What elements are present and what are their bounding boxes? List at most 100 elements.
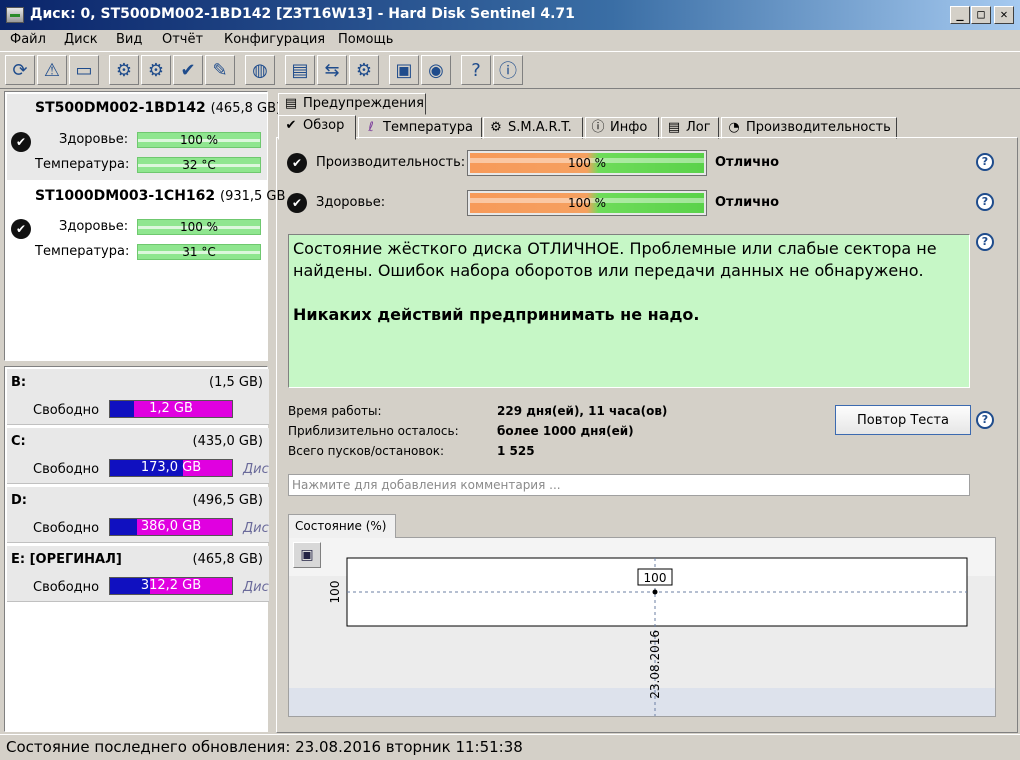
health-label: Здоровье:	[59, 219, 129, 234]
disk-name: ST500DM002-1BD142 (465,8 GB)	[35, 100, 282, 116]
copy-icon[interactable]: ⇆	[317, 55, 347, 85]
health-bar: 100 %	[137, 219, 261, 235]
menu-bar: Файл Диск Вид Отчёт Конфигурация Помощь	[0, 30, 1020, 50]
check-icon: ✔	[287, 153, 307, 173]
help-icon[interactable]: ?	[976, 153, 994, 171]
volume-list: B: (1,5 GB) Свободно 1,2 GB C: (435,0 GB…	[4, 366, 269, 732]
temperature-bar: 32 °C	[137, 157, 261, 173]
volume-free-label: Свободно	[33, 580, 100, 595]
volume-free-label: Свободно	[33, 521, 100, 536]
uptime-value: 229 дня(ей), 11 часа(ов)	[497, 404, 668, 418]
menu-view[interactable]: Вид	[116, 32, 142, 47]
refresh-icon[interactable]: ⟳	[5, 55, 35, 85]
chart-x-tick: 23.08.2016	[648, 630, 662, 699]
thermometer-icon: ℓ	[368, 120, 374, 135]
starts-value: 1 525	[497, 444, 535, 458]
info-icon[interactable]: ⓘ	[493, 55, 523, 85]
app-icon	[6, 7, 24, 23]
menu-file[interactable]: Файл	[10, 32, 46, 47]
chart-y-tick: 100	[328, 581, 342, 604]
tab-health-chart[interactable]: Состояние (%)	[288, 514, 396, 538]
chart-point	[652, 589, 658, 595]
volume-free-label: Свободно	[33, 462, 100, 477]
tab-performance[interactable]: ◔ Производительность	[721, 117, 897, 139]
monitor-icon[interactable]: ▣	[389, 55, 419, 85]
check-circle-icon: ✔	[285, 118, 297, 133]
retest-button[interactable]: Повтор Теста	[835, 405, 971, 435]
volume-letter: B:	[11, 375, 27, 390]
help-icon[interactable]: ?	[461, 55, 491, 85]
help-icon[interactable]: ?	[976, 233, 994, 251]
health-bar: 100 %	[467, 190, 707, 216]
maximize-button[interactable]: □	[971, 6, 991, 24]
volume-free-bar: 1,2 GB	[109, 400, 233, 418]
check-icon: ✔	[11, 132, 31, 152]
disk-tools-icon[interactable]: ✎	[205, 55, 235, 85]
performance-bar: 100 %	[467, 150, 707, 176]
disk-icon: ⚙	[490, 120, 502, 135]
status-bar: Состояние последнего обновления: 23.08.2…	[0, 734, 1020, 760]
volume-size: (1,5 GB)	[209, 375, 263, 390]
disk-entry-0[interactable]: ST500DM002-1BD142 (465,8 GB) ✔ Здоровье:…	[7, 94, 281, 180]
chart-point-label: 100	[644, 571, 667, 585]
volume-entry-c[interactable]: C: (435,0 GB) Свободно 173,0 GB Дис	[7, 428, 269, 484]
disk-ok-icon[interactable]: ✔	[173, 55, 203, 85]
disk-name: ST1000DM003-1CH162 (931,5 GB	[35, 188, 286, 204]
volume-letter: D:	[11, 493, 27, 508]
chart-band	[289, 688, 995, 716]
health-chart: 100 100 23.08.2016	[289, 557, 995, 716]
advice-text: Никаких действий предпринимать не надо.	[293, 305, 700, 324]
alert-icon[interactable]: ⚠	[37, 55, 67, 85]
disk-entry-1[interactable]: ST1000DM003-1CH162 (931,5 GB ✔ Здоровье:…	[7, 182, 285, 268]
tab-smart[interactable]: ⚙ S.M.A.R.T.	[483, 117, 583, 139]
globe-icon[interactable]: ◍	[245, 55, 275, 85]
volume-entry-b[interactable]: B: (1,5 GB) Свободно 1,2 GB	[7, 369, 269, 425]
menu-config[interactable]: Конфигурация	[224, 32, 325, 47]
tab-log[interactable]: ▤ Лог	[661, 117, 719, 139]
status-text-box: Состояние жёсткого диска ОТЛИЧНОЕ. Пробл…	[288, 234, 970, 388]
disk-list: ST500DM002-1BD142 (465,8 GB) ✔ Здоровье:…	[4, 91, 285, 361]
close-button[interactable]: ✕	[994, 6, 1014, 24]
health-bar: 100 %	[137, 132, 261, 148]
help-icon[interactable]: ?	[976, 193, 994, 211]
title-bar: Диск: 0, ST500DM002-1BD142 [Z3T16W13] - …	[0, 0, 1020, 30]
log-icon: ▤	[667, 120, 681, 135]
disk-test-icon[interactable]: ⚙	[109, 55, 139, 85]
info-icon: ⓘ	[591, 120, 605, 135]
save-chart-button[interactable]: ▣	[293, 542, 321, 568]
volume-entry-d[interactable]: D: (496,5 GB) Свободно 386,0 GB Дис	[7, 487, 269, 543]
menu-disk[interactable]: Диск	[64, 32, 98, 47]
status-text: Состояние жёсткого диска ОТЛИЧНОЕ. Пробл…	[293, 239, 937, 280]
tab-warnings[interactable]: ▤ Предупреждения	[278, 93, 426, 115]
volume-free-bar: 173,0 GB	[109, 459, 233, 477]
help-icon[interactable]: ?	[976, 411, 994, 429]
tab-overview[interactable]: ✔ Обзор	[278, 115, 356, 140]
volume-entry-e[interactable]: E: [ОРЕГИНАЛ] (465,8 GB) Свободно 312,2 …	[7, 546, 269, 602]
volume-letter: E: [ОРЕГИНАЛ]	[11, 552, 122, 567]
uptime-label: Время работы:	[288, 404, 382, 418]
temperature-label: Температура:	[35, 244, 130, 259]
health-chart-panel: 100 100 23.08.2016 ▣	[288, 537, 996, 717]
report-icon[interactable]: ▤	[285, 55, 315, 85]
tab-info[interactable]: ⓘ Инфо	[585, 117, 659, 139]
disk-icon[interactable]: ▭	[69, 55, 99, 85]
performance-label: Производительность:	[316, 155, 466, 170]
tab-temperature[interactable]: ℓ Температура	[358, 117, 482, 139]
disk-scan-icon[interactable]: ⚙	[141, 55, 171, 85]
remaining-label: Приблизительно осталось:	[288, 424, 459, 438]
menu-report[interactable]: Отчёт	[162, 32, 203, 47]
health-label: Здоровье:	[59, 132, 129, 147]
disk-network-icon[interactable]: ⚙	[349, 55, 379, 85]
volume-extra: Дис	[243, 580, 269, 595]
temperature-label: Температура:	[35, 157, 130, 172]
comment-input[interactable]	[288, 474, 970, 496]
temperature-bar: 31 °C	[137, 244, 261, 260]
starts-label: Всего пусков/остановок:	[288, 444, 445, 458]
volume-size: (496,5 GB)	[192, 493, 263, 508]
menu-help[interactable]: Помощь	[338, 32, 393, 47]
volume-free-label: Свободно	[33, 403, 100, 418]
sound-icon[interactable]: ◉	[421, 55, 451, 85]
minimize-button[interactable]: _	[950, 6, 970, 24]
volume-size: (435,0 GB)	[192, 434, 263, 449]
check-icon: ✔	[11, 219, 31, 239]
